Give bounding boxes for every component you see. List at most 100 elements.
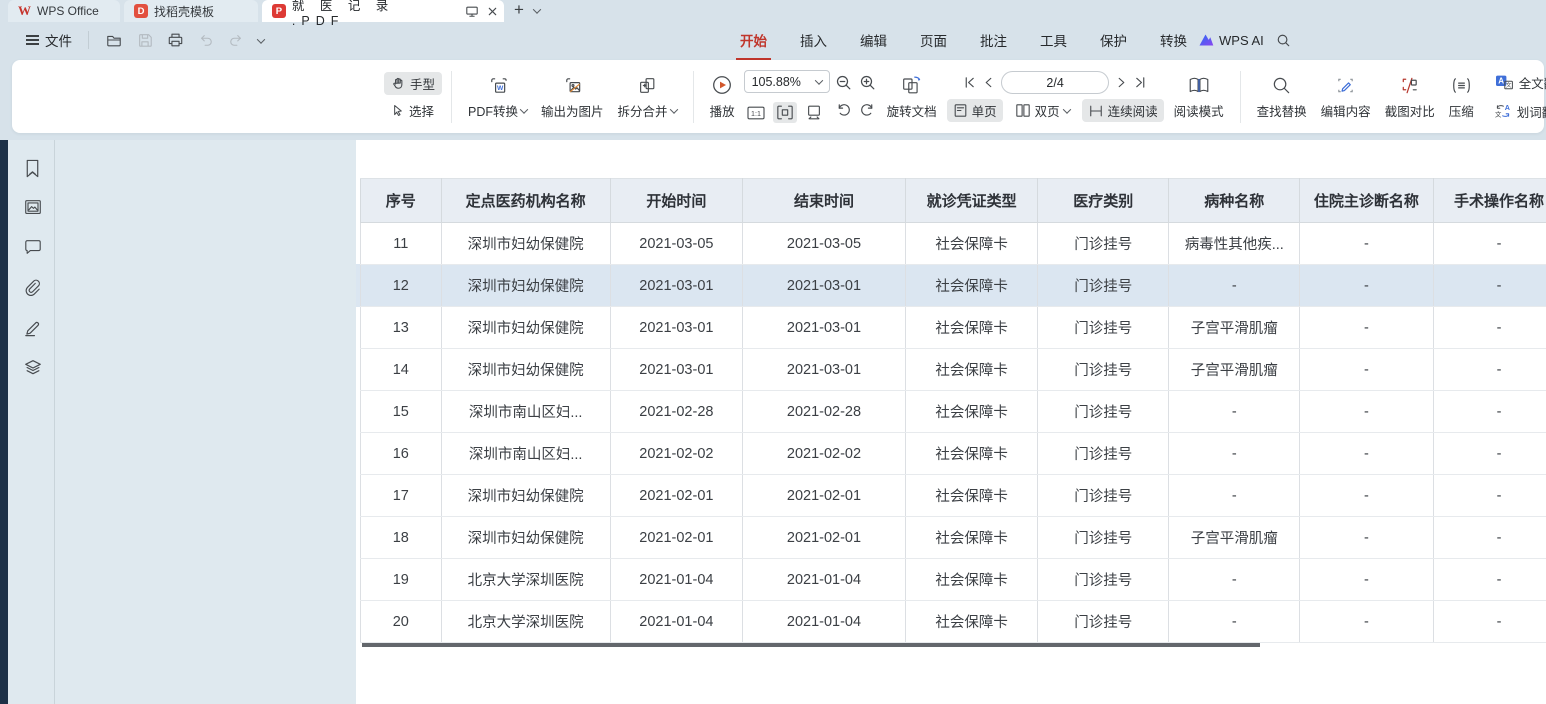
toolbar: 手型 选择 W PDF转换 输出为图片 拆分合并 播放 105.88% [12, 60, 1544, 133]
file-menu-button[interactable]: 文件 [26, 30, 72, 50]
tab-docer[interactable]: D 找稻壳模板 [124, 0, 258, 22]
table-cell: 2021-03-05 [742, 223, 905, 265]
open-folder-icon[interactable] [105, 32, 123, 48]
select-tool-button[interactable]: 选择 [384, 99, 442, 122]
pdf-convert-button[interactable]: W PDF转换 [461, 73, 534, 120]
zoom-in-icon[interactable] [856, 73, 880, 94]
table-row[interactable]: 11深圳市妇幼保健院2021-03-052021-03-05社会保障卡门诊挂号病… [361, 223, 1546, 265]
double-page-button[interactable]: 双页 [1009, 99, 1076, 122]
wps-ai-icon [1198, 33, 1214, 47]
signature-pen-icon[interactable] [23, 318, 45, 340]
rotate-document-button[interactable]: 旋转文档 [880, 73, 944, 120]
edit-content-button[interactable]: 编辑内容 [1314, 73, 1378, 120]
save-icon[interactable] [137, 32, 153, 48]
page-indicator-value: 2/4 [1046, 76, 1063, 90]
table-cell: 深圳市妇幼保健院 [441, 517, 610, 559]
menu-item[interactable]: 页面 [918, 26, 949, 54]
table-cell: - [1433, 349, 1546, 391]
previous-page-icon[interactable] [983, 76, 994, 89]
play-button[interactable]: 播放 [703, 73, 742, 120]
menu-item[interactable]: 批注 [978, 26, 1009, 54]
table-row[interactable]: 14深圳市妇幼保健院2021-03-012021-03-01社会保障卡门诊挂号子… [361, 349, 1546, 391]
table-row[interactable]: 15深圳市南山区妇...2021-02-282021-02-28社会保障卡门诊挂… [361, 391, 1546, 433]
table-cell: - [1300, 601, 1433, 643]
tab-document[interactable]: P 就 医 记 录 .PDF [262, 0, 504, 22]
table-cell: 2021-03-01 [742, 349, 905, 391]
rotate-left-icon[interactable] [832, 100, 856, 121]
zoom-rotate-right-col [856, 73, 880, 121]
close-tab-icon[interactable] [487, 6, 498, 17]
docer-icon: D [134, 4, 148, 18]
wps-ai-button[interactable]: WPS AI [1198, 33, 1264, 48]
menu-item[interactable]: 插入 [798, 26, 829, 54]
page-indicator-input[interactable]: 2/4 [1001, 71, 1109, 94]
table-row[interactable]: 19北京大学深圳医院2021-01-042021-01-04社会保障卡门诊挂号-… [361, 559, 1546, 601]
menu-item[interactable]: 转换 [1158, 26, 1189, 54]
hand-icon [391, 76, 405, 90]
zoom-out-icon[interactable] [832, 73, 856, 94]
bookmark-icon[interactable] [23, 158, 45, 180]
table-row[interactable]: 16深圳市南山区妇...2021-02-022021-02-02社会保障卡门诊挂… [361, 433, 1546, 475]
read-mode-button[interactable]: 阅读模式 [1167, 73, 1231, 120]
word-translate-icon: 文A [1494, 103, 1512, 119]
word-translate-button[interactable]: 文A 划词翻译 [1487, 100, 1546, 123]
hand-tool-button[interactable]: 手型 [384, 72, 442, 95]
menu-item[interactable]: 保护 [1098, 26, 1129, 54]
table-cell: 北京大学深圳医院 [441, 559, 610, 601]
split-merge-icon [637, 73, 657, 97]
tab-list-chevron-icon[interactable] [534, 0, 540, 22]
export-image-button[interactable]: 输出为图片 [534, 73, 611, 120]
new-tab-button[interactable]: + [514, 0, 524, 22]
full-translate-button[interactable]: A文 全文翻译 [1487, 71, 1546, 94]
menu-item[interactable]: 编辑 [858, 26, 889, 54]
rotate-right-icon[interactable] [856, 100, 880, 121]
pdf-convert-label: PDF转换 [468, 101, 518, 120]
table-cell: 2021-02-01 [610, 517, 742, 559]
attachment-icon[interactable] [23, 278, 45, 300]
thumbnails-icon[interactable] [23, 198, 45, 220]
last-page-icon[interactable] [1134, 76, 1147, 89]
table-row[interactable]: 17深圳市妇幼保健院2021-02-012021-02-01社会保障卡门诊挂号-… [361, 475, 1546, 517]
compress-button[interactable]: 压缩 [1442, 73, 1481, 120]
redo-icon[interactable] [228, 33, 244, 47]
table-cell: - [1433, 223, 1546, 265]
fit-width-button[interactable] [773, 102, 797, 123]
table-bottom-rule [362, 643, 1260, 647]
zoom-level-select[interactable]: 105.88% [744, 70, 830, 93]
table-cell: 11 [361, 223, 442, 265]
table-row[interactable]: 20北京大学深圳医院2021-01-042021-01-04社会保障卡门诊挂号-… [361, 601, 1546, 643]
first-page-icon[interactable] [963, 76, 976, 89]
pdf-page-canvas[interactable]: 序号定点医药机构名称开始时间结束时间就诊凭证类型医疗类别病种名称住院主诊断名称手… [356, 140, 1546, 704]
fit-page-button[interactable] [802, 102, 826, 123]
toolbar-divider [693, 71, 694, 123]
double-page-icon [1015, 103, 1031, 118]
svg-text:W: W [497, 85, 504, 92]
table-cell: 社会保障卡 [906, 433, 1038, 475]
table-row[interactable]: 12深圳市妇幼保健院2021-03-012021-03-01社会保障卡门诊挂号-… [361, 265, 1546, 307]
layers-icon[interactable] [23, 358, 45, 380]
screenshot-compare-button[interactable]: 截图对比 [1378, 73, 1442, 120]
comments-icon[interactable] [23, 238, 45, 260]
print-icon[interactable] [167, 32, 184, 48]
single-page-label: 单页 [972, 101, 997, 120]
continuous-read-button[interactable]: 连续阅读 [1082, 99, 1164, 122]
menu-item[interactable]: 开始 [738, 26, 769, 54]
table-row[interactable]: 13深圳市妇幼保健院2021-03-012021-03-01社会保障卡门诊挂号子… [361, 307, 1546, 349]
menu-tabs: 开始 插入 编辑 页面 批注 工具 保护 转换 [738, 26, 1189, 54]
split-merge-button[interactable]: 拆分合并 [611, 73, 684, 120]
table-row[interactable]: 18深圳市妇幼保健院2021-02-012021-02-01社会保障卡门诊挂号子… [361, 517, 1546, 559]
table-cell: 2021-02-28 [742, 391, 905, 433]
present-to-screen-icon[interactable] [465, 5, 479, 18]
quickbar-chevron-icon[interactable] [258, 31, 264, 49]
actual-size-button[interactable]: 1:1 [744, 102, 768, 123]
menu-item[interactable]: 工具 [1038, 26, 1069, 54]
menu-search-icon[interactable] [1276, 33, 1291, 48]
table-cell: 子宫平滑肌瘤 [1169, 349, 1300, 391]
tab-wps-office[interactable]: W WPS Office [8, 0, 120, 22]
undo-icon[interactable] [198, 33, 214, 47]
table-cell: 深圳市妇幼保健院 [441, 265, 610, 307]
single-page-button[interactable]: 单页 [947, 99, 1003, 122]
next-page-icon[interactable] [1116, 76, 1127, 89]
column-header: 定点医药机构名称 [441, 179, 610, 223]
find-replace-button[interactable]: 查找替换 [1250, 73, 1314, 120]
